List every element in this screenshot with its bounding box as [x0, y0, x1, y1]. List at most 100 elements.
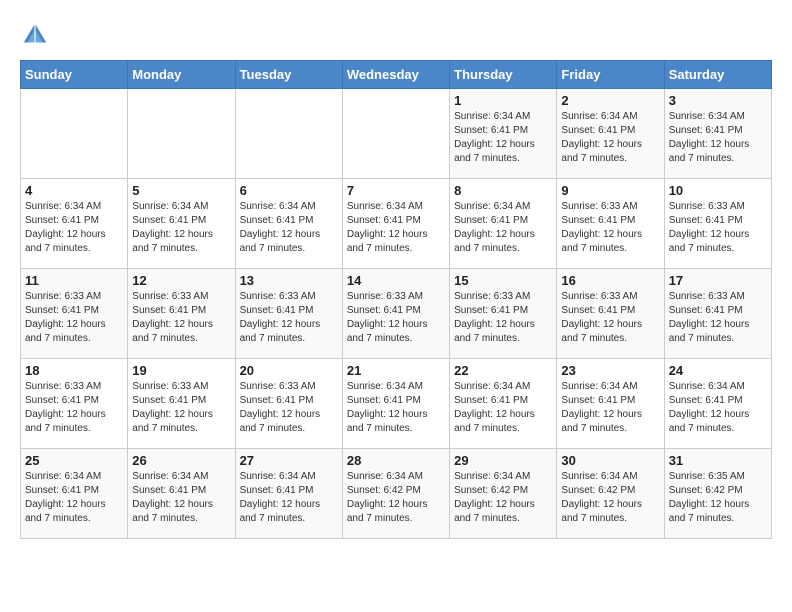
day-cell: 3Sunrise: 6:34 AM Sunset: 6:41 PM Daylig…	[664, 89, 771, 179]
day-number: 5	[132, 183, 230, 198]
day-cell: 14 Sunrise: 6:33 AM Sunset: 6:41 PM Dayli…	[342, 269, 449, 359]
day-cell: 22Sunrise: 6:34 AM Sunset: 6:41 PM Dayli…	[450, 359, 557, 449]
day-cell: 28 Sunrise: 6:34 AM Sunset: 6:42 PM Dayli…	[342, 449, 449, 539]
day-number: 25	[25, 453, 123, 468]
day-cell: 25 Sunrise: 6:34 AM Sunset: 6:41 PM Dayli…	[21, 449, 128, 539]
logo	[20, 20, 54, 50]
day-info: Sunrise: 6:34 AM Sunset: 6:41 PM Dayligh…	[347, 380, 445, 436]
day-cell: 1 Sunrise: 6:34 AM Sunset: 6:41 PM Daylig…	[450, 89, 557, 179]
day-cell: 30 Sunrise: 6:34 AM Sunset: 6:42 PM Dayli…	[557, 449, 664, 539]
day-number: 28	[347, 453, 445, 468]
day-info: Sunrise: 6:33 AM Sunset: 6:41 PM Dayligh…	[25, 290, 123, 346]
calendar-body: 1 Sunrise: 6:34 AM Sunset: 6:41 PM Daylig…	[21, 89, 772, 539]
day-cell: 24 Sunrise: 6:34 AM Sunset: 6:41 PM Dayli…	[664, 359, 771, 449]
day-number: 17	[669, 273, 767, 288]
day-number: 2	[561, 93, 659, 108]
day-cell: 9 Sunrise: 6:33 AM Sunset: 6:41 PM Daylig…	[557, 179, 664, 269]
page-header	[20, 20, 772, 50]
day-info: Sunrise: 6:33 AM Sunset: 6:41 PM Dayligh…	[240, 290, 338, 346]
week-row-0: 1 Sunrise: 6:34 AM Sunset: 6:41 PM Daylig…	[21, 89, 772, 179]
day-info: Sunrise: 6:34 AM Sunset: 6:41 PM Dayligh…	[25, 200, 123, 256]
day-info: Sunrise: 6:34 AM Sunset: 6:41 PM Dayligh…	[25, 470, 123, 526]
header-monday: Monday	[128, 61, 235, 89]
day-cell: 2 Sunrise: 6:34 AM Sunset: 6:41 PM Daylig…	[557, 89, 664, 179]
day-info: Sunrise: 6:34 AM Sunset: 6:41 PM Dayligh…	[669, 380, 767, 436]
day-number: 27	[240, 453, 338, 468]
day-info: Sunrise: 6:34 AM Sunset: 6:41 PM Dayligh…	[347, 200, 445, 256]
day-number: 26	[132, 453, 230, 468]
day-cell: 17 Sunrise: 6:33 AM Sunset: 6:41 PM Dayli…	[664, 269, 771, 359]
header-row: SundayMondayTuesdayWednesdayThursdayFrid…	[21, 61, 772, 89]
day-info: Sunrise: 6:33 AM Sunset: 6:41 PM Dayligh…	[240, 380, 338, 436]
week-row-1: 4 Sunrise: 6:34 AM Sunset: 6:41 PM Daylig…	[21, 179, 772, 269]
day-cell: 12Sunrise: 6:33 AM Sunset: 6:41 PM Dayli…	[128, 269, 235, 359]
day-cell: 10 Sunrise: 6:33 AM Sunset: 6:41 PM Dayli…	[664, 179, 771, 269]
day-cell: 16 Sunrise: 6:33 AM Sunset: 6:41 PM Dayli…	[557, 269, 664, 359]
day-info: Sunrise: 6:34 AM Sunset: 6:41 PM Dayligh…	[240, 470, 338, 526]
day-info: Sunrise: 6:33 AM Sunset: 6:41 PM Dayligh…	[454, 290, 552, 346]
day-cell: 5 Sunrise: 6:34 AM Sunset: 6:41 PM Daylig…	[128, 179, 235, 269]
day-info: Sunrise: 6:34 AM Sunset: 6:42 PM Dayligh…	[561, 470, 659, 526]
day-info: Sunrise: 6:34 AM Sunset: 6:42 PM Dayligh…	[347, 470, 445, 526]
header-tuesday: Tuesday	[235, 61, 342, 89]
day-info: Sunrise: 6:33 AM Sunset: 6:41 PM Dayligh…	[561, 200, 659, 256]
day-cell	[128, 89, 235, 179]
day-info: Sunrise: 6:34 AM Sunset: 6:41 PM Dayligh…	[561, 110, 659, 166]
week-row-2: 11 Sunrise: 6:33 AM Sunset: 6:41 PM Dayli…	[21, 269, 772, 359]
day-number: 4	[25, 183, 123, 198]
day-cell: 27 Sunrise: 6:34 AM Sunset: 6:41 PM Dayli…	[235, 449, 342, 539]
day-info: Sunrise: 6:34 AM Sunset: 6:41 PM Dayligh…	[132, 470, 230, 526]
day-number: 11	[25, 273, 123, 288]
day-cell: 11 Sunrise: 6:33 AM Sunset: 6:41 PM Dayli…	[21, 269, 128, 359]
calendar-table: SundayMondayTuesdayWednesdayThursdayFrid…	[20, 60, 772, 539]
logo-icon	[20, 20, 50, 50]
day-cell: 19Sunrise: 6:33 AM Sunset: 6:41 PM Dayli…	[128, 359, 235, 449]
day-cell: 8 Sunrise: 6:34 AM Sunset: 6:41 PM Daylig…	[450, 179, 557, 269]
day-cell: 4 Sunrise: 6:34 AM Sunset: 6:41 PM Daylig…	[21, 179, 128, 269]
day-cell: 6Sunrise: 6:34 AM Sunset: 6:41 PM Daylig…	[235, 179, 342, 269]
day-number: 15	[454, 273, 552, 288]
day-info: Sunrise: 6:33 AM Sunset: 6:41 PM Dayligh…	[669, 290, 767, 346]
day-cell	[21, 89, 128, 179]
day-number: 12	[132, 273, 230, 288]
day-number: 18	[25, 363, 123, 378]
day-info: Sunrise: 6:34 AM Sunset: 6:42 PM Dayligh…	[454, 470, 552, 526]
day-number: 20	[240, 363, 338, 378]
day-number: 21	[347, 363, 445, 378]
day-cell: 23Sunrise: 6:34 AM Sunset: 6:41 PM Dayli…	[557, 359, 664, 449]
day-info: Sunrise: 6:35 AM Sunset: 6:42 PM Dayligh…	[669, 470, 767, 526]
day-number: 23	[561, 363, 659, 378]
week-row-3: 18 Sunrise: 6:33 AM Sunset: 6:41 PM Dayli…	[21, 359, 772, 449]
day-info: Sunrise: 6:33 AM Sunset: 6:41 PM Dayligh…	[25, 380, 123, 436]
day-cell: 21 Sunrise: 6:34 AM Sunset: 6:41 PM Dayli…	[342, 359, 449, 449]
day-info: Sunrise: 6:33 AM Sunset: 6:41 PM Dayligh…	[561, 290, 659, 346]
day-number: 24	[669, 363, 767, 378]
day-info: Sunrise: 6:34 AM Sunset: 6:41 PM Dayligh…	[454, 380, 552, 436]
day-number: 10	[669, 183, 767, 198]
day-cell: 29 Sunrise: 6:34 AM Sunset: 6:42 PM Dayli…	[450, 449, 557, 539]
day-number: 30	[561, 453, 659, 468]
day-number: 14	[347, 273, 445, 288]
day-number: 8	[454, 183, 552, 198]
day-info: Sunrise: 6:34 AM Sunset: 6:41 PM Dayligh…	[132, 200, 230, 256]
day-info: Sunrise: 6:34 AM Sunset: 6:41 PM Dayligh…	[454, 110, 552, 166]
day-number: 1	[454, 93, 552, 108]
day-cell: 7 Sunrise: 6:34 AM Sunset: 6:41 PM Daylig…	[342, 179, 449, 269]
header-friday: Friday	[557, 61, 664, 89]
day-info: Sunrise: 6:33 AM Sunset: 6:41 PM Dayligh…	[669, 200, 767, 256]
day-info: Sunrise: 6:34 AM Sunset: 6:41 PM Dayligh…	[454, 200, 552, 256]
day-info: Sunrise: 6:33 AM Sunset: 6:41 PM Dayligh…	[347, 290, 445, 346]
day-number: 3	[669, 93, 767, 108]
day-number: 31	[669, 453, 767, 468]
day-cell: 15 Sunrise: 6:33 AM Sunset: 6:41 PM Dayli…	[450, 269, 557, 359]
week-row-4: 25 Sunrise: 6:34 AM Sunset: 6:41 PM Dayli…	[21, 449, 772, 539]
header-sunday: Sunday	[21, 61, 128, 89]
day-cell	[235, 89, 342, 179]
day-number: 16	[561, 273, 659, 288]
day-number: 29	[454, 453, 552, 468]
day-number: 9	[561, 183, 659, 198]
day-number: 7	[347, 183, 445, 198]
day-cell: 26 Sunrise: 6:34 AM Sunset: 6:41 PM Dayli…	[128, 449, 235, 539]
day-cell: 18 Sunrise: 6:33 AM Sunset: 6:41 PM Dayli…	[21, 359, 128, 449]
header-saturday: Saturday	[664, 61, 771, 89]
